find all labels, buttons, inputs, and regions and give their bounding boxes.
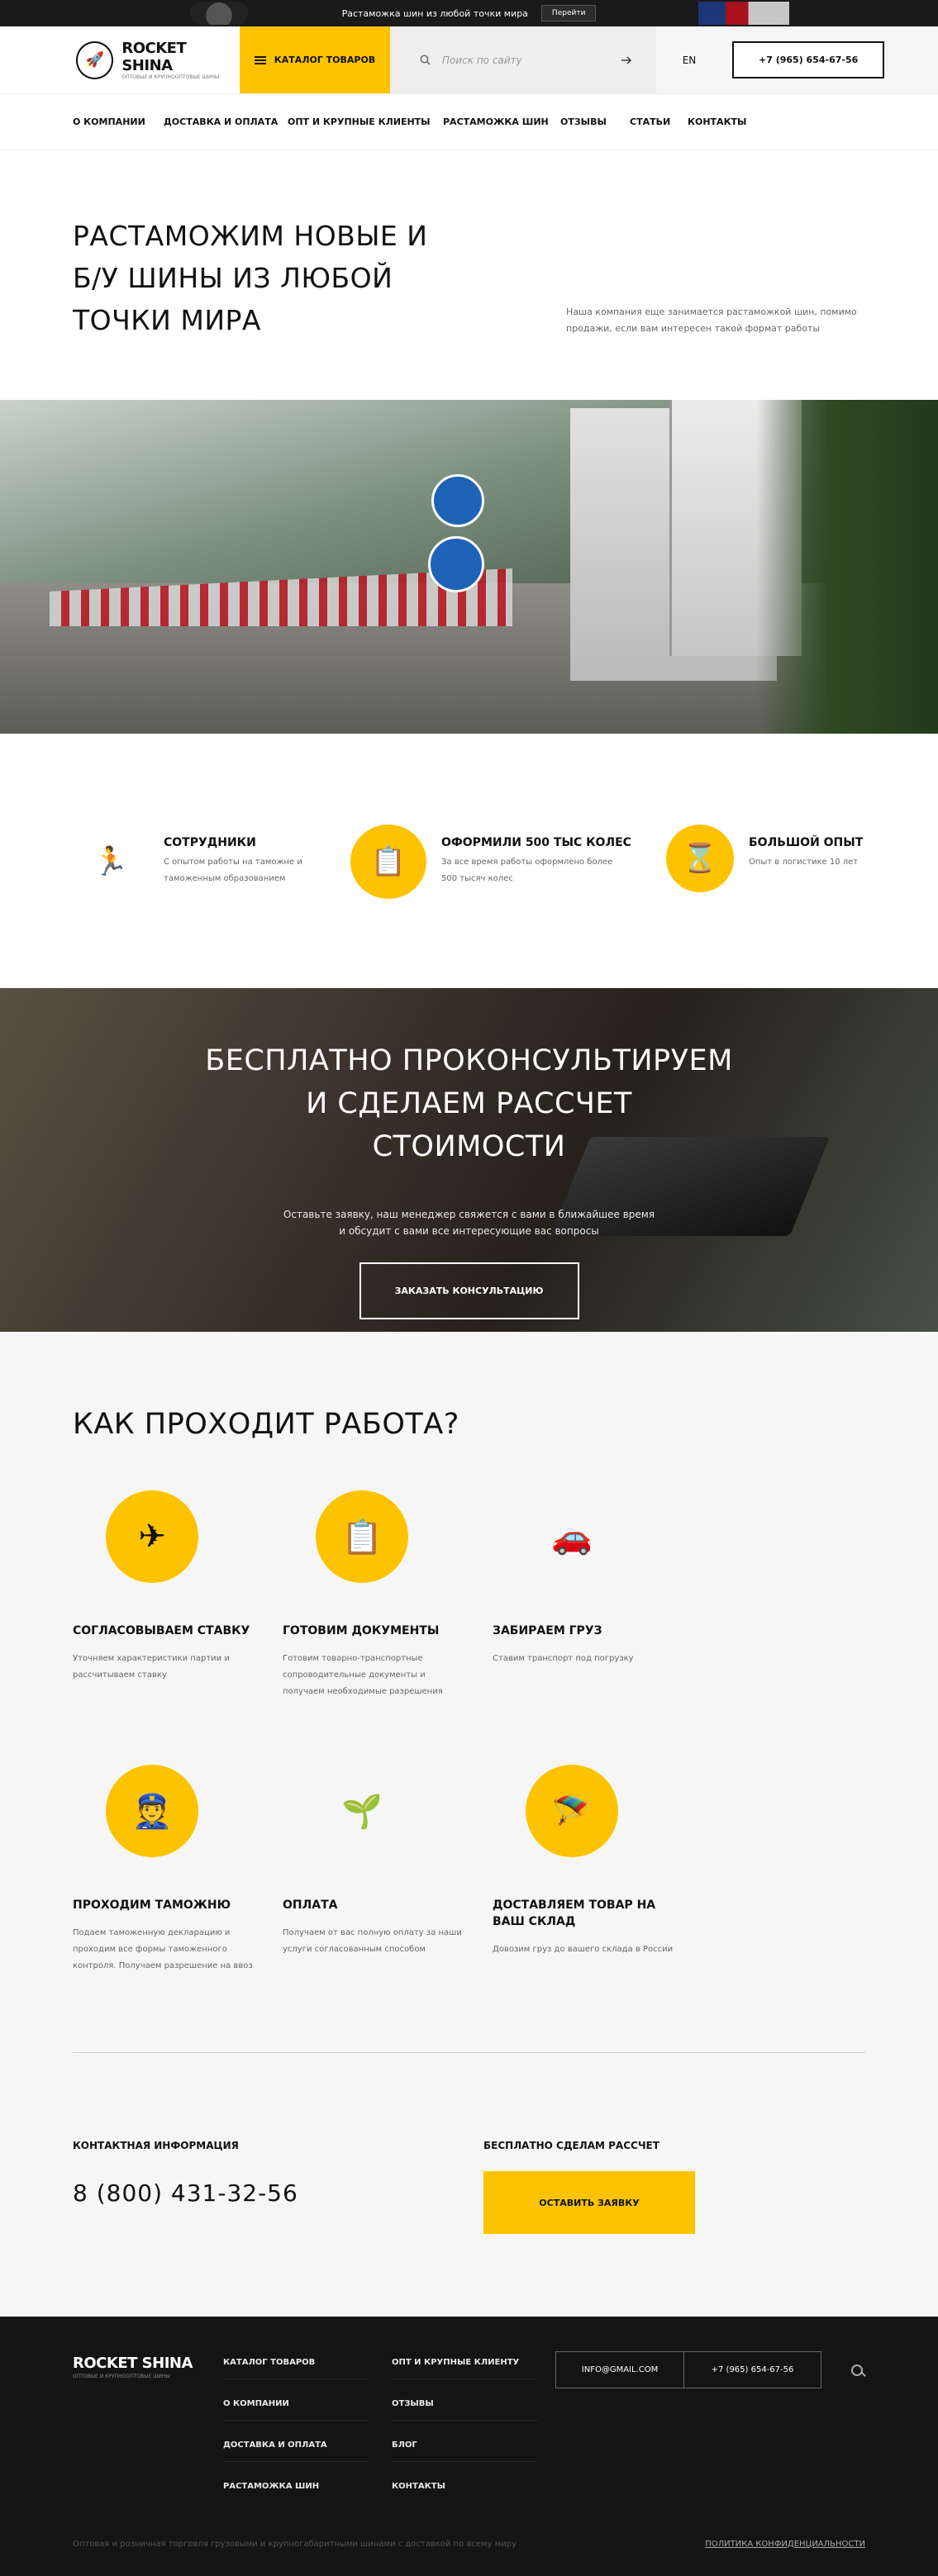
divider [73, 2052, 865, 2053]
feature-text: За все время работы оформлено более 500 … [441, 858, 613, 883]
process-step: 🌱 Оплата Получаем от вас полную оплату з… [283, 1765, 493, 2039]
header-phone-button[interactable]: +7 (965) 654-67-56 [732, 41, 885, 78]
footer-link[interactable]: О компании [223, 2396, 369, 2421]
step-text: Подаем таможенную декларацию и проходим … [73, 1928, 253, 1970]
step-text: Уточняем характеристики партии и рассчит… [73, 1654, 230, 1680]
tire-image [190, 2, 248, 25]
process-step: 📋 Готовим документы Готовим товарно-тран… [283, 1490, 493, 1765]
running-man-icon: 🏃 [93, 845, 129, 878]
leave-request-button[interactable]: Оставить заявку [483, 2171, 695, 2234]
clipboard-icon: 📋 [316, 1490, 408, 1583]
footer-phone[interactable]: +7 (965) 654-67-56 [684, 2351, 821, 2388]
documents-icon: 📋 [350, 825, 426, 899]
step-title: Забираем груз [493, 1624, 602, 1637]
process-step: 👮 Проходим таможню Подаем таможенную дек… [73, 1765, 283, 2039]
step-title: Доставляем товар на ваш склад [493, 1899, 656, 1928]
hero-title: РАСТАМОЖИМ НОВЫЕ И Б/У ШИНЫ ИЗ ЛЮБОЙ ТОЧ… [73, 220, 428, 336]
search-placeholder: Поиск по сайту [442, 54, 522, 66]
main-nav: О компании Доставка и оплата Опт и крупн… [0, 94, 938, 150]
consult-title: БЕСПЛАТНО ПРОКОНСУЛЬТИРУЕМ И СДЕЛАЕМ РАС… [205, 1044, 733, 1163]
footer-link[interactable]: Доставка и оплата [223, 2437, 369, 2462]
nav-customs[interactable]: Растаможка шин [443, 116, 560, 127]
nav-reviews[interactable]: Отзывы [560, 116, 630, 127]
feature-item: 📋 Оформили 500 тыс колес За все время ра… [350, 825, 666, 988]
footer-link[interactable]: Контакты [392, 2479, 537, 2502]
nav-about[interactable]: О компании [73, 116, 164, 127]
search-icon [420, 55, 431, 65]
page: Растаможка шин из любой точки мира Перей… [0, 0, 938, 2576]
rocket-icon: 🚀 [76, 40, 114, 79]
footer-link[interactable]: Опт и крупные клиенту [392, 2355, 537, 2379]
search-input[interactable]: Поиск по сайту [390, 26, 656, 93]
step-title: Оплата [283, 1899, 338, 1912]
catalog-button[interactable]: Каталог товаров [240, 26, 390, 93]
step-text: Получаем от вас полную оплату за наши ус… [283, 1928, 462, 1954]
footer-column: Каталог товаров О компании Доставка и оп… [223, 2355, 369, 2519]
road-sign-icon [431, 474, 484, 527]
free-calc-label: Бесплатно сделам рассчет [483, 2140, 659, 2151]
logo-subtitle: Оптовые и крупнооптовые шины [121, 74, 220, 80]
step-text: Довозим груз до вашего склада в России [493, 1945, 674, 1954]
contact-info-label: Контактная информация [73, 2140, 239, 2151]
footer-link[interactable]: Отзывы [392, 2396, 537, 2421]
footer-email[interactable]: info@gmail.com [555, 2351, 684, 2388]
trucks-photo [0, 400, 938, 734]
privacy-policy-link[interactable]: Политика конфиденциальности [705, 2540, 865, 2549]
catalog-button-label: Каталог товаров [274, 55, 376, 65]
process-section: КАК ПРОХОДИТ РАБОТА? ✈ Согласовываем ста… [0, 1332, 938, 2075]
coins-plant-icon: 🌱 [341, 1792, 383, 1831]
contact-section: Контактная информация 8 (800) 431-32-56 … [0, 2075, 938, 2317]
feature-item: 🏃 Сотрудники С опытом работы на таможне … [73, 825, 350, 988]
header: 🚀 ROCKET SHINA Оптовые и крупнооптовые ш… [0, 26, 938, 94]
footer-description: Оптовая и розничная торговля грузовыми и… [73, 2540, 517, 2549]
contact-phone[interactable]: 8 (800) 431-32-56 [73, 2179, 483, 2207]
arrow-right-icon[interactable] [621, 56, 631, 64]
feature-title: Сотрудники [164, 836, 256, 849]
process-step: ✈ Согласовываем ставку Уточняем характер… [73, 1490, 283, 1765]
process-step: 🪂 Доставляем товар на ваш склад Довозим … [493, 1765, 702, 2039]
step-text: Готовим товарно-транспортные сопроводите… [283, 1654, 443, 1696]
hero-text: Наша компания еще занимается растаможкой… [566, 307, 857, 334]
parachute-delivery-icon: 🪂 [526, 1765, 618, 1857]
step-text: Ставим транспорт под погрузку [493, 1654, 634, 1663]
feature-text: Опыт в логистике 10 лет [749, 858, 859, 867]
nav-wholesale[interactable]: Опт и крупные клиенты [288, 116, 443, 127]
road-sign-icon [428, 536, 484, 592]
step-title: Согласовываем ставку [73, 1624, 250, 1637]
language-switch[interactable]: EN [656, 26, 722, 93]
nav-articles[interactable]: Статьи [630, 116, 688, 127]
step-title: Готовим документы [283, 1624, 440, 1637]
car-boxes-icon: 🚗 [551, 1518, 593, 1557]
feature-title: Большой опыт [749, 836, 864, 849]
order-consultation-button[interactable]: Заказать консультацию [359, 1262, 579, 1319]
logo[interactable]: 🚀 ROCKET SHINA Оптовые и крупнооптовые ш… [0, 26, 240, 93]
consult-text: Оставьте заявку, наш менеджер свяжется с… [283, 1209, 655, 1237]
promo-button[interactable]: Перейти [540, 5, 597, 21]
step-title: Проходим таможню [73, 1899, 231, 1912]
promo-banner: Растаможка шин из любой точки мира Перей… [0, 0, 938, 26]
footer-link[interactable]: Каталог товаров [223, 2355, 369, 2379]
search-icon[interactable] [851, 2365, 866, 2379]
consultation-section: БЕСПЛАТНО ПРОКОНСУЛЬТИРУЕМ И СДЕЛАЕМ РАС… [0, 988, 938, 1332]
features: 🏃 Сотрудники С опытом работы на таможне … [0, 734, 938, 988]
hourglass-icon: ⌛ [666, 825, 734, 892]
logo-name: ROCKET SHINA [121, 40, 187, 74]
plane-coins-icon: ✈ [106, 1490, 198, 1583]
nav-delivery[interactable]: Доставка и оплата [164, 116, 288, 127]
footer-column: Опт и крупные клиенту Отзывы Блог Контак… [392, 2355, 537, 2519]
footer-link[interactable]: Блог [392, 2437, 537, 2462]
promo-text: Растаможка шин из любой точки мира [341, 7, 528, 19]
process-title: КАК ПРОХОДИТ РАБОТА? [73, 1408, 459, 1441]
feature-item: ⌛ Большой опыт Опыт в логистике 10 лет [666, 825, 898, 988]
menu-icon [254, 55, 266, 66]
truck-image [698, 2, 789, 25]
customs-officers-icon: 👮 [106, 1765, 198, 1857]
footer-link[interactable]: Растаможка шин [223, 2479, 369, 2502]
process-step: 🚗 Забираем груз Ставим транспорт под пог… [493, 1490, 702, 1765]
hero: РАСТАМОЖИМ НОВЫЕ И Б/У ШИНЫ ИЗ ЛЮБОЙ ТОЧ… [0, 150, 938, 400]
footer: ROCKET SHINA Оптовые и крупнооптовые шин… [0, 2317, 938, 2576]
nav-contacts[interactable]: Контакты [688, 116, 746, 127]
feature-title: Оформили 500 тыс колес [441, 836, 631, 849]
feature-text: С опытом работы на таможне и таможенным … [164, 858, 302, 883]
